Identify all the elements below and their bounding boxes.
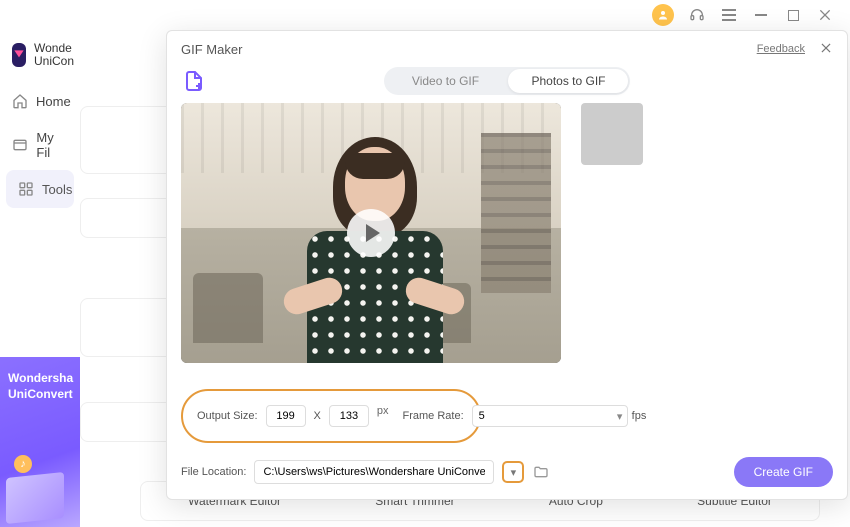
frame-rate-label: Frame Rate: <box>403 410 464 422</box>
output-settings-highlighted: Output Size: X px Frame Rate: ▾ fps <box>181 389 481 443</box>
app-logo-row: WondeUniCon <box>0 36 80 82</box>
feedback-link[interactable]: Feedback <box>757 43 805 55</box>
home-icon <box>12 92 28 110</box>
media-preview <box>181 103 561 363</box>
frame-rate-select[interactable] <box>472 405 628 427</box>
window-minimize-button[interactable] <box>752 6 770 24</box>
sidebar-item-label: Tools <box>42 182 72 197</box>
support-headset-icon[interactable] <box>688 6 706 24</box>
main-area: use video ke your out. D video for verte… <box>80 30 850 527</box>
file-location-input[interactable] <box>254 460 494 484</box>
modal-close-button[interactable] <box>819 41 833 58</box>
user-avatar-icon[interactable] <box>652 4 674 26</box>
tools-icon <box>18 180 34 198</box>
output-size-label: Output Size: <box>197 410 258 422</box>
music-note-icon: ♪ <box>14 455 32 473</box>
sidebar-item-label: My Fil <box>36 130 68 160</box>
size-unit[interactable]: px <box>377 405 389 427</box>
sidebar-item-tools[interactable]: Tools <box>6 170 74 208</box>
mode-segmented-control: Video to GIF Photos to GIF <box>384 67 630 95</box>
play-button[interactable] <box>347 209 395 257</box>
gif-maker-modal: GIF Maker Feedback Video to GIF Photos t… <box>166 30 848 500</box>
files-icon <box>12 136 28 154</box>
tab-video-to-gif[interactable]: Video to GIF <box>384 67 507 95</box>
app-name: WondeUniCon <box>34 42 74 68</box>
sidebar-item-home[interactable]: Home <box>0 82 80 120</box>
promo-text: WondershaUniConvert <box>8 371 72 402</box>
sidebar-item-my-files[interactable]: My Fil <box>0 120 80 170</box>
tab-photos-to-gif[interactable]: Photos to GIF <box>507 67 630 95</box>
modal-header: GIF Maker Feedback <box>167 31 847 67</box>
sidebar: WondeUniCon Home My Fil Tools WondershaU… <box>0 30 80 527</box>
create-gif-button[interactable]: Create GIF <box>734 457 833 487</box>
window-titlebar <box>0 0 850 30</box>
add-file-button[interactable] <box>181 68 207 94</box>
app-logo-icon <box>12 43 26 67</box>
modal-toolbar-row: Video to GIF Photos to GIF <box>167 67 847 103</box>
fps-unit: fps <box>632 410 647 422</box>
modal-bottom-row: File Location: ▾ Create GIF <box>167 443 847 499</box>
sidebar-item-label: Home <box>36 94 71 109</box>
output-height-input[interactable] <box>329 405 369 427</box>
promo-graphic <box>6 472 64 524</box>
file-location-label: File Location: <box>181 466 246 478</box>
modal-content-row <box>167 103 847 383</box>
output-width-input[interactable] <box>266 405 306 427</box>
app-body: WondeUniCon Home My Fil Tools WondershaU… <box>0 30 850 527</box>
menu-hamburger-icon[interactable] <box>720 6 738 24</box>
thumbnail-item[interactable] <box>581 103 643 165</box>
window-maximize-button[interactable] <box>784 6 802 24</box>
promo-panel[interactable]: WondershaUniConvert ♪ <box>0 357 80 527</box>
modal-title: GIF Maker <box>181 42 242 57</box>
file-location-dropdown[interactable]: ▾ <box>502 461 524 483</box>
size-separator: X <box>314 410 321 422</box>
open-folder-icon[interactable] <box>532 463 550 481</box>
window-close-button[interactable] <box>816 6 834 24</box>
thumbnail-list <box>581 103 833 383</box>
